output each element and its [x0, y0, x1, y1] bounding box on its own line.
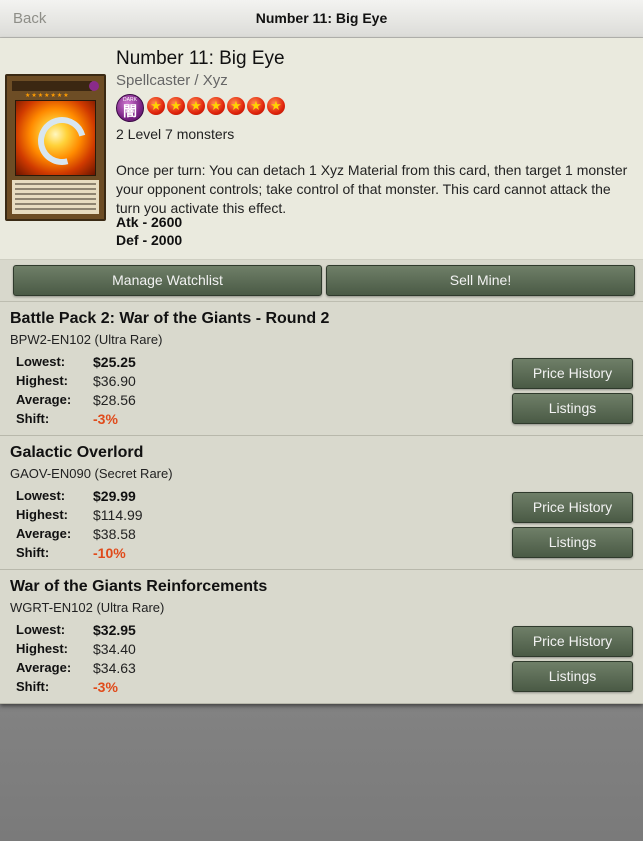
content-panel: ★★★★★★★ Number 11: Big Eye Spellcaster /…: [0, 38, 643, 704]
lowest-label: Lowest:: [16, 488, 66, 503]
price-history-button[interactable]: Price History: [512, 492, 633, 523]
rank-star-icon: ★: [227, 97, 245, 115]
lowest-price: $29.99: [93, 488, 136, 504]
navigation-bar: Back Number 11: Big Eye: [0, 0, 643, 38]
listings-button[interactable]: Listings: [512, 661, 633, 692]
rank-star-icon: ★: [207, 97, 225, 115]
highest-label: Highest:: [16, 641, 68, 656]
price-history-button[interactable]: Price History: [512, 626, 633, 657]
rank-stars: ★ ★ ★ ★ ★ ★ ★: [147, 97, 287, 115]
average-label: Average:: [16, 392, 72, 407]
sell-mine-button[interactable]: Sell Mine!: [326, 265, 635, 296]
set-code: BPW2-EN102 (Ultra Rare): [10, 332, 163, 347]
listings-button[interactable]: Listings: [512, 393, 633, 424]
lowest-label: Lowest:: [16, 622, 66, 637]
card-image-name-bar: [12, 81, 92, 91]
lowest-price: $32.95: [93, 622, 136, 638]
highest-price: $114.99: [93, 507, 143, 523]
rank-star-icon: ★: [247, 97, 265, 115]
manage-watchlist-button[interactable]: Manage Watchlist: [13, 265, 322, 296]
highest-label: Highest:: [16, 373, 68, 388]
price-shift: -3%: [93, 411, 118, 427]
set-code: WGRT-EN102 (Ultra Rare): [10, 600, 165, 615]
card-atk: Atk - 2600: [116, 214, 183, 230]
price-shift: -3%: [93, 679, 118, 695]
dark-attribute-icon: DARK 闇: [116, 94, 144, 122]
set-name: Galactic Overlord: [10, 444, 144, 461]
shift-label: Shift:: [16, 545, 50, 560]
shift-label: Shift:: [16, 679, 50, 694]
page-title: Number 11: Big Eye: [255, 10, 388, 26]
shift-label: Shift:: [16, 411, 50, 426]
set-name: War of the Giants Reinforcements: [10, 578, 268, 595]
card-def: Def - 2000: [116, 232, 183, 248]
highest-price: $36.90: [93, 373, 136, 389]
set-code: GAOV-EN090 (Secret Rare): [10, 466, 173, 481]
card-name: Number 11: Big Eye: [116, 48, 285, 69]
card-actions: Manage Watchlist Sell Mine!: [0, 260, 643, 302]
rank-star-icon: ★: [267, 97, 285, 115]
card-image-text-box: [12, 180, 99, 214]
average-price: $38.58: [93, 526, 136, 542]
average-label: Average:: [16, 526, 72, 541]
highest-label: Highest:: [16, 507, 68, 522]
price-history-button[interactable]: Price History: [512, 358, 633, 389]
set-row: Galactic Overlord GAOV-EN090 (Secret Rar…: [0, 436, 643, 570]
rank-star-icon: ★: [187, 97, 205, 115]
card-image-attribute-icon: [89, 81, 99, 91]
average-label: Average:: [16, 660, 72, 675]
rank-star-icon: ★: [167, 97, 185, 115]
average-price: $34.63: [93, 660, 136, 676]
card-image-stars-icon: ★★★★★★★: [25, 93, 70, 99]
price-shift: -10%: [93, 545, 126, 561]
set-row: War of the Giants Reinforcements WGRT-EN…: [0, 570, 643, 704]
lowest-label: Lowest:: [16, 354, 66, 369]
listings-button[interactable]: Listings: [512, 527, 633, 558]
set-row: Battle Pack 2: War of the Giants - Round…: [0, 302, 643, 436]
attribute-kanji: 闇: [123, 103, 137, 119]
card-effect-text: Once per turn: You can detach 1 Xyz Mate…: [116, 162, 628, 216]
rank-star-icon: ★: [147, 97, 165, 115]
average-price: $28.56: [93, 392, 136, 408]
card-header: ★★★★★★★ Number 11: Big Eye Spellcaster /…: [0, 38, 643, 260]
highest-price: $34.40: [93, 641, 136, 657]
card-artwork: [15, 100, 96, 176]
lowest-price: $25.25: [93, 354, 136, 370]
card-image: ★★★★★★★: [5, 74, 106, 221]
set-name: Battle Pack 2: War of the Giants - Round…: [10, 310, 330, 327]
xyz-materials: 2 Level 7 monsters: [116, 126, 235, 142]
card-type: Spellcaster / Xyz: [116, 72, 228, 89]
